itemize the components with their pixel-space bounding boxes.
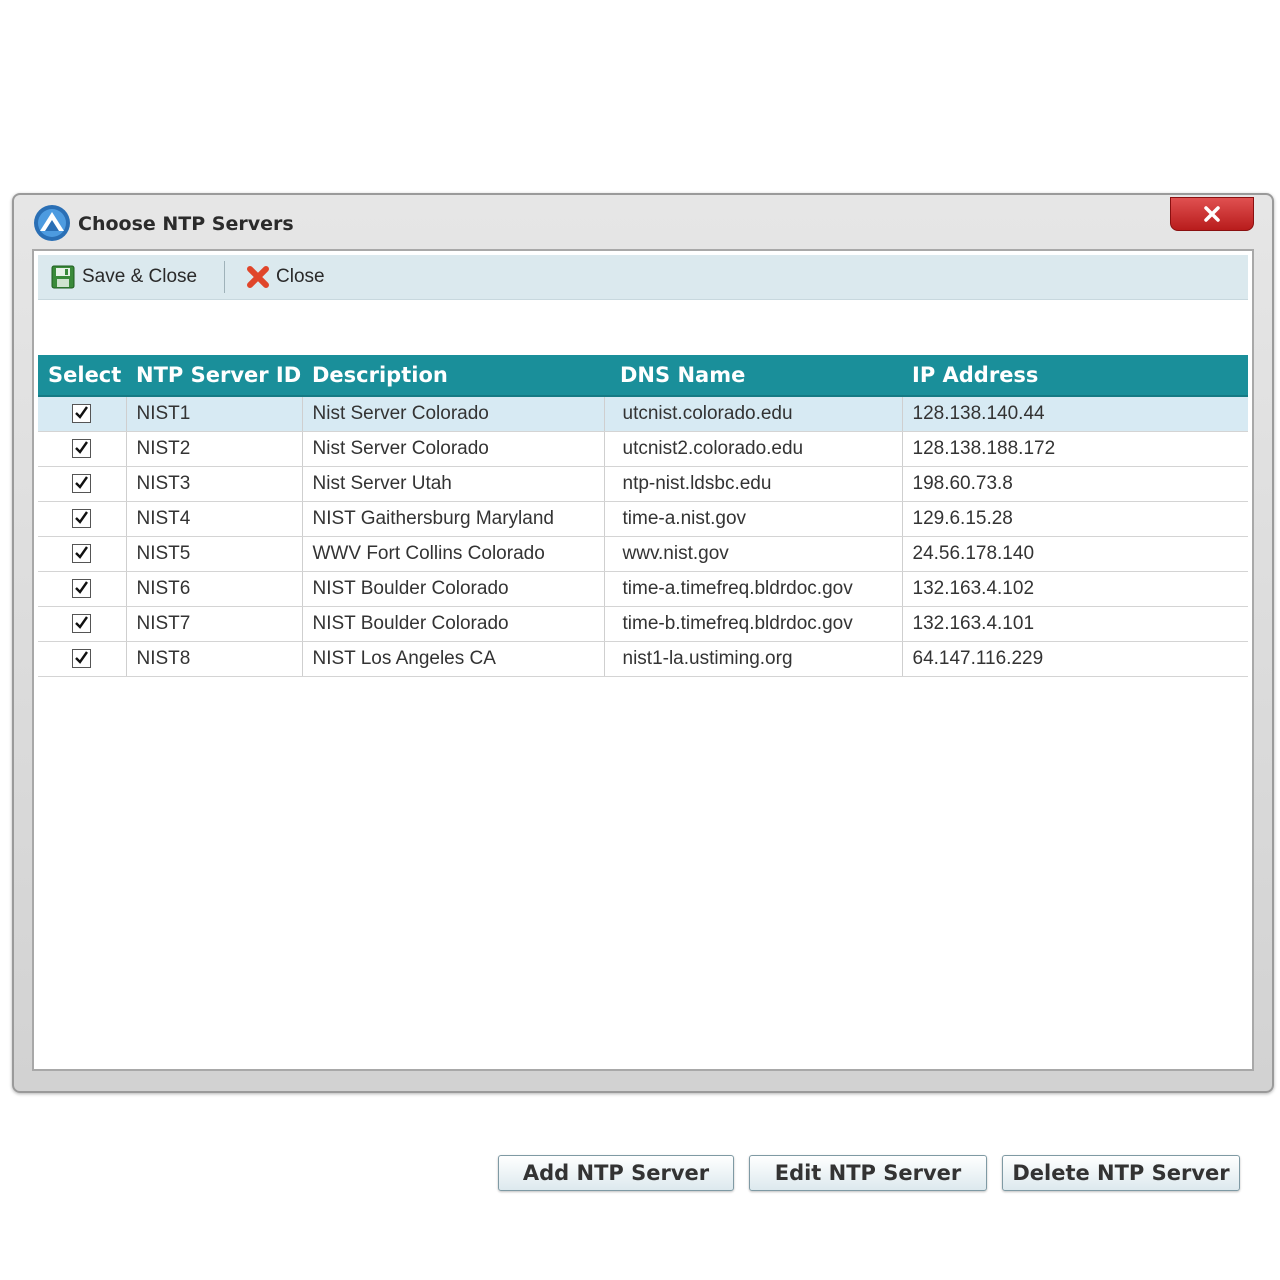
select-cell [38, 466, 127, 502]
description-cell: NIST Boulder Colorado [302, 606, 605, 642]
checkmark-icon [75, 651, 89, 665]
row-select-checkbox[interactable] [72, 614, 92, 634]
ip-address-cell: 129.6.15.28 [902, 501, 1248, 537]
delete-x-icon [247, 266, 269, 288]
column-header-description[interactable]: Description [302, 355, 604, 397]
table-row[interactable]: NIST4 NIST Gaithersburg Maryland time-a.ni… [38, 501, 1248, 537]
row-select-checkbox[interactable] [72, 474, 92, 494]
select-cell [38, 536, 127, 572]
edit-ntp-server-button[interactable]: Edit NTP Server [749, 1155, 987, 1191]
select-cell [38, 606, 127, 642]
column-header-dns-name[interactable]: DNS Name [604, 355, 902, 397]
close-icon [1204, 206, 1220, 222]
ip-address-cell: 64.147.116.229 [902, 641, 1248, 677]
description-cell: NIST Los Angeles CA [302, 641, 605, 677]
close-button[interactable]: Close [246, 261, 325, 293]
ip-address-cell: 24.56.178.140 [902, 536, 1248, 572]
select-cell [38, 396, 127, 432]
ip-address-cell: 128.138.140.44 [902, 396, 1248, 432]
select-cell [38, 501, 127, 537]
dns-name-cell: utcnist.colorado.edu [604, 396, 903, 432]
checkmark-icon [75, 581, 89, 595]
row-select-checkbox[interactable] [72, 579, 92, 599]
select-cell [38, 641, 127, 677]
toolbar: Save & Close Close [38, 255, 1248, 300]
server-id-cell: NIST8 [126, 641, 303, 677]
window-title: Choose NTP Servers [78, 213, 294, 235]
checkmark-icon [75, 406, 89, 420]
dns-name-cell: ntp-nist.ldsbc.edu [604, 466, 903, 502]
ip-address-cell: 132.163.4.101 [902, 606, 1248, 642]
save-close-label: Save & Close [82, 266, 198, 287]
checkmark-icon [75, 476, 89, 490]
dns-name-cell: nist1-la.ustiming.org [604, 641, 903, 677]
server-id-cell: NIST1 [126, 396, 303, 432]
table-row[interactable]: NIST2 Nist Server Colorado utcnist2.colora… [38, 431, 1248, 467]
row-select-checkbox[interactable] [72, 404, 92, 424]
table-row[interactable]: NIST8 NIST Los Angeles CA nist1-la.ustimin… [38, 641, 1248, 677]
save-close-button[interactable]: Save & Close [50, 261, 197, 293]
description-cell: WWV Fort Collins Colorado [302, 536, 605, 572]
dns-name-cell: time-a.timefreq.bldrdoc.gov [604, 571, 903, 607]
table-row[interactable]: NIST5 WWV Fort Collins Colorado wwv.nist.g… [38, 536, 1248, 572]
table-row[interactable]: NIST3 Nist Server Utah ntp-nist.ldsbc.edu 1… [38, 466, 1248, 502]
description-cell: Nist Server Colorado [302, 396, 605, 432]
select-cell [38, 571, 127, 607]
description-cell: NIST Boulder Colorado [302, 571, 605, 607]
dns-name-cell: utcnist2.colorado.edu [604, 431, 903, 467]
row-select-checkbox[interactable] [72, 649, 92, 669]
server-id-cell: NIST6 [126, 571, 303, 607]
row-select-checkbox[interactable] [72, 439, 92, 459]
column-header-ntp-server-id[interactable]: NTP Server ID [126, 355, 302, 397]
toolbar-separator [224, 261, 225, 293]
app-logo-icon [34, 205, 70, 241]
add-ntp-server-button[interactable]: Add NTP Server [498, 1155, 734, 1191]
dns-name-cell: wwv.nist.gov [604, 536, 903, 572]
row-select-checkbox[interactable] [72, 544, 92, 564]
ip-address-cell: 198.60.73.8 [902, 466, 1248, 502]
title-bar[interactable]: Choose NTP Servers [14, 195, 1272, 247]
table-row[interactable]: NIST7 NIST Boulder Colorado time-b.timefre… [38, 606, 1248, 642]
ntp-servers-table: Select NTP Server ID Description DNS Nam… [38, 355, 1248, 677]
row-select-checkbox[interactable] [72, 509, 92, 529]
ip-address-cell: 128.138.188.172 [902, 431, 1248, 467]
table-header-row: Select NTP Server ID Description DNS Nam… [38, 355, 1248, 397]
checkmark-icon [75, 546, 89, 560]
checkmark-icon [75, 616, 89, 630]
window-close-button[interactable] [1170, 197, 1254, 231]
server-id-cell: NIST2 [126, 431, 303, 467]
description-cell: Nist Server Utah [302, 466, 605, 502]
column-header-ip-address[interactable]: IP Address [902, 355, 1248, 397]
dns-name-cell: time-a.nist.gov [604, 501, 903, 537]
server-id-cell: NIST3 [126, 466, 303, 502]
save-icon [51, 265, 75, 289]
table-row[interactable]: NIST6 NIST Boulder Colorado time-a.timefre… [38, 571, 1248, 607]
close-label: Close [276, 266, 325, 287]
choose-ntp-servers-dialog: Choose NTP Servers Save & Close Close Se… [12, 193, 1274, 1191]
ip-address-cell: 132.163.4.102 [902, 571, 1248, 607]
delete-ntp-server-button[interactable]: Delete NTP Server [1002, 1155, 1240, 1191]
dialog-content: Save & Close Close Select NTP Server ID … [32, 249, 1254, 1071]
description-cell: Nist Server Colorado [302, 431, 605, 467]
checkmark-icon [75, 441, 89, 455]
dns-name-cell: time-b.timefreq.bldrdoc.gov [604, 606, 903, 642]
server-id-cell: NIST7 [126, 606, 303, 642]
server-id-cell: NIST5 [126, 536, 303, 572]
column-header-select[interactable]: Select [38, 355, 126, 397]
description-cell: NIST Gaithersburg Maryland [302, 501, 605, 537]
table-row[interactable]: NIST1 Nist Server Colorado utcnist.colorad… [38, 396, 1248, 432]
server-id-cell: NIST4 [126, 501, 303, 537]
select-cell [38, 431, 127, 467]
checkmark-icon [75, 511, 89, 525]
